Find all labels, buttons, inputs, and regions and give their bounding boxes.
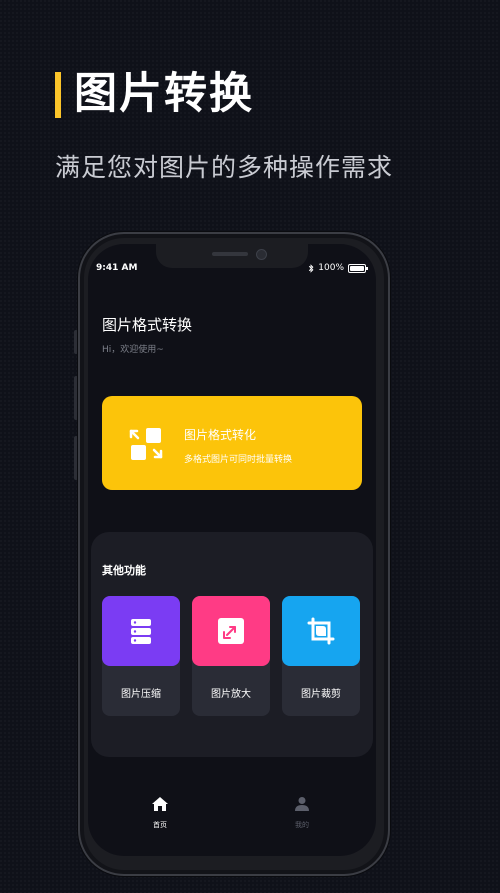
crop-card[interactable]: 图片裁剪 [282,596,360,716]
page-title: 图片格式转换 [102,316,193,334]
compress-label: 图片压缩 [121,689,161,700]
enlarge-card[interactable]: 图片放大 [192,596,270,716]
hero-subtitle: 多格式图片可同时批量转换 [184,455,293,465]
compress-icon [131,619,151,644]
crop-tile [282,596,360,666]
tab-home[interactable]: 首页 [140,796,180,830]
tab-home-label: 首页 [153,821,167,829]
hero-title: 图片格式转化 [184,428,257,442]
crop-icon [307,617,335,645]
promo-subtitle: 满足您对图片的多种操作需求 [55,153,394,182]
other-features-title: 其他功能 [102,564,146,577]
promo-accent-bar [55,72,61,118]
bottom-tab-bar: 首页 我的 [88,796,376,836]
format-convert-icon [129,428,163,460]
promo-title: 图片转换 [74,69,254,119]
enlarge-icon [218,618,244,644]
speaker-grille [212,252,248,256]
home-icon [152,797,168,811]
battery-percent: 100% [318,263,344,273]
crop-label: 图片裁剪 [301,689,341,700]
compress-card[interactable]: 图片压缩 [102,596,180,716]
bluetooth-icon [309,263,314,273]
phone-notch [156,244,308,268]
battery-icon [348,263,368,273]
phone-screen: 9:41 AM 100% 图片格式转换 Hi，欢迎使用~ 图片格式转化 多格式图… [88,244,376,856]
status-time: 9:41 AM [96,263,138,273]
enlarge-tile [192,596,270,666]
other-features-panel: 其他功能 图片压缩 图片放大 图片裁剪 [91,532,373,757]
tab-mine-label: 我的 [295,821,309,829]
user-icon [295,797,309,811]
format-convert-card[interactable]: 图片格式转化 多格式图片可同时批量转换 [102,396,362,490]
page-greeting: Hi，欢迎使用~ [102,345,164,355]
status-right: 100% [308,263,368,273]
tab-mine[interactable]: 我的 [282,796,322,830]
compress-tile [102,596,180,666]
front-camera [256,249,267,260]
enlarge-label: 图片放大 [211,689,251,700]
